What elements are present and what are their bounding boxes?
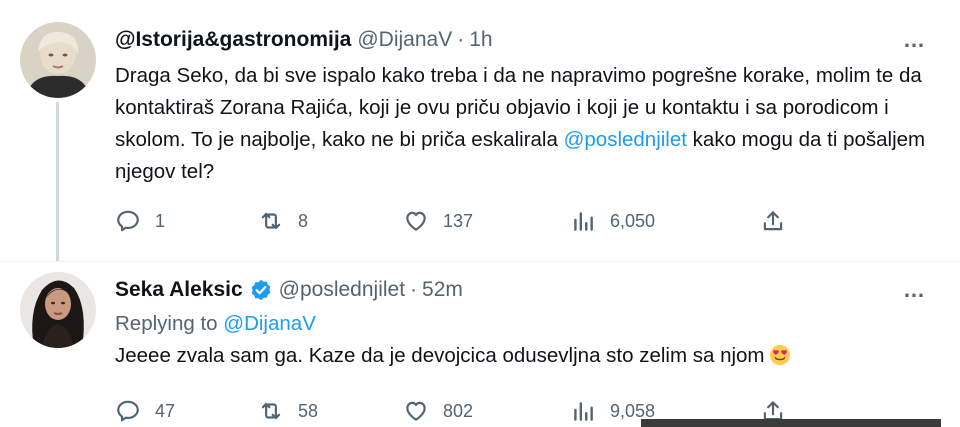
retweet-icon bbox=[261, 402, 281, 420]
avatar[interactable] bbox=[20, 272, 96, 348]
timestamp[interactable]: 1h bbox=[469, 28, 492, 52]
mention-link[interactable]: @poslednjilet bbox=[564, 128, 687, 151]
like-button[interactable]: 802 bbox=[403, 396, 473, 426]
watermark-strip bbox=[641, 419, 941, 427]
reply-count: 47 bbox=[155, 400, 176, 421]
reply-count: 1 bbox=[155, 210, 166, 231]
more-options-icon[interactable]: … bbox=[900, 276, 930, 304]
reply-icon bbox=[117, 400, 139, 422]
heart-icon bbox=[406, 401, 426, 421]
user-handle[interactable]: @poslednjilet bbox=[279, 278, 405, 302]
views-icon bbox=[574, 402, 593, 421]
view-count: 6,050 bbox=[610, 210, 656, 231]
tweet-header: Seka Aleksic @poslednjilet · 52m bbox=[115, 276, 930, 304]
smiling-face-with-heart-eyes-icon bbox=[769, 344, 790, 366]
timestamp[interactable]: 52m bbox=[422, 278, 463, 302]
retweet-button[interactable]: 58 bbox=[258, 396, 318, 426]
views-icon bbox=[574, 212, 593, 231]
replying-prefix: Replying to bbox=[115, 312, 224, 335]
separator-dot: · bbox=[410, 278, 418, 301]
retweet-count: 8 bbox=[298, 210, 309, 231]
tweet-text: Jeeee zvala sam ga. Kaze da je devojcica… bbox=[115, 340, 930, 372]
display-name[interactable]: Seka Aleksic bbox=[115, 278, 243, 302]
display-name[interactable]: @Istorija&gastronomija bbox=[115, 28, 351, 52]
tweet-header: @Istorija&gastronomija @DijanaV · 1h bbox=[115, 26, 930, 54]
tweet-content: Seka Aleksic @poslednjilet · 52m … Reply… bbox=[115, 276, 930, 372]
replying-to-link[interactable]: @DijanaV bbox=[223, 312, 316, 335]
tweet-text-part: Jeeee zvala sam ga. Kaze da je devojcica… bbox=[115, 344, 765, 367]
heart-icon bbox=[406, 211, 426, 231]
like-button[interactable]: 137 bbox=[403, 206, 473, 236]
share-icon bbox=[763, 211, 783, 231]
like-count: 137 bbox=[443, 210, 474, 231]
share-button[interactable] bbox=[760, 206, 800, 236]
views-button[interactable]: 6,050 bbox=[570, 206, 655, 236]
avatar[interactable] bbox=[20, 22, 96, 98]
more-options-icon[interactable]: … bbox=[900, 26, 930, 54]
replying-to: Replying to @DijanaV bbox=[115, 310, 930, 338]
like-count: 802 bbox=[443, 400, 474, 421]
verified-badge-icon bbox=[251, 279, 271, 301]
thread-line bbox=[56, 102, 59, 262]
separator-dot: · bbox=[457, 28, 465, 51]
retweet-count: 58 bbox=[298, 400, 319, 421]
tweet-text: Draga Seko, da bi sve ispalo kako treba … bbox=[115, 60, 930, 188]
tweet-actions: 1 8 137 6,050 bbox=[115, 206, 795, 236]
reply-icon bbox=[117, 210, 139, 232]
user-handle[interactable]: @DijanaV bbox=[357, 28, 452, 52]
tweet-2[interactable]: Seka Aleksic @poslednjilet · 52m … Reply… bbox=[0, 262, 960, 427]
reply-button[interactable]: 1 bbox=[115, 206, 165, 236]
retweet-button[interactable]: 8 bbox=[258, 206, 308, 236]
retweet-icon bbox=[261, 212, 281, 230]
tweet-content: @Istorija&gastronomija @DijanaV · 1h … D… bbox=[115, 26, 930, 188]
tweet-1[interactable]: @Istorija&gastronomija @DijanaV · 1h … D… bbox=[0, 0, 960, 262]
reply-button[interactable]: 47 bbox=[115, 396, 175, 426]
